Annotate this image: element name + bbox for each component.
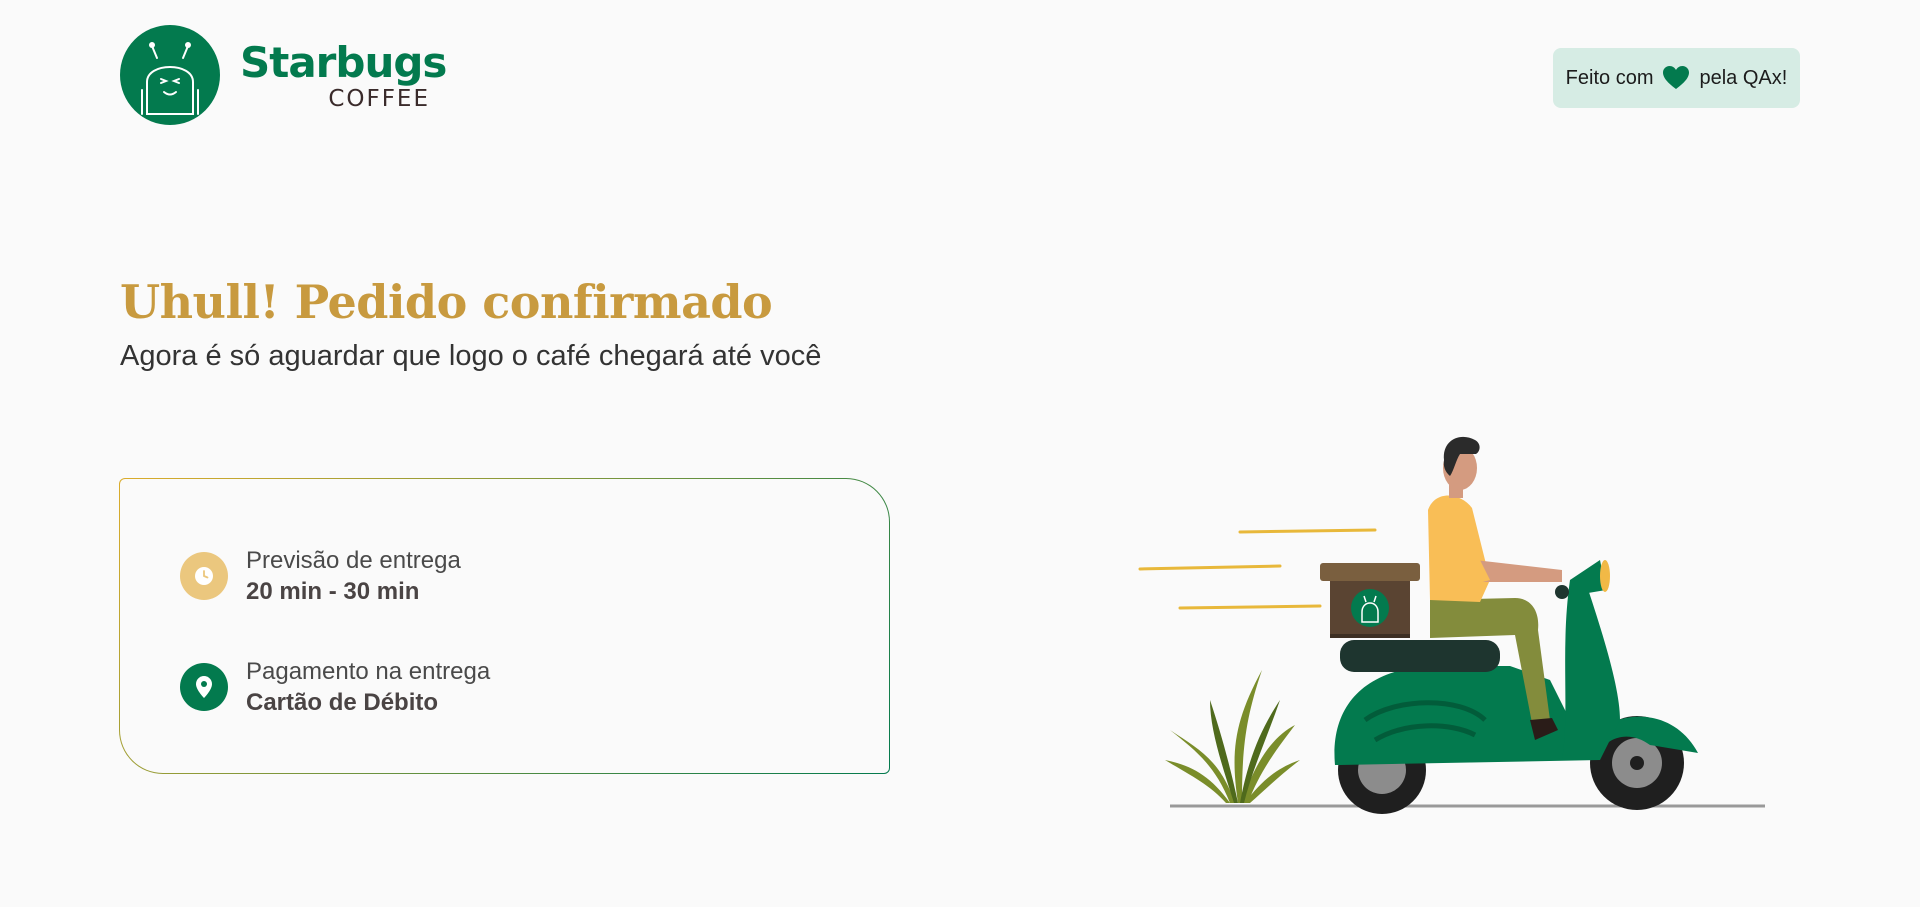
payment-label: Pagamento na entrega	[246, 658, 491, 685]
credit-badge: Feito com pela QAx!	[1553, 48, 1800, 108]
clock-icon	[180, 552, 228, 600]
delivery-estimate: Previsão de entrega 20 min - 30 min	[180, 545, 461, 607]
credit-suffix: pela QAx!	[1699, 66, 1788, 89]
payment-method: Pagamento na entrega Cartão de Débito	[180, 656, 490, 718]
payment-value: Cartão de Débito	[246, 689, 439, 716]
delivery-value: 20 min - 30 min	[246, 578, 420, 605]
delivery-label: Previsão de entrega	[246, 547, 461, 574]
logo-brand-text: Starbugs	[240, 38, 447, 87]
robot-mascot-icon	[120, 25, 220, 125]
page-title: Uhull! Pedido confirmado	[120, 275, 773, 329]
credit-prefix: Feito com	[1565, 66, 1654, 89]
order-confirmed-page: Starbugs COFFEE Feito com pela QAx! Uhul…	[0, 0, 1920, 907]
logo-sub-text: COFFEE	[328, 86, 430, 112]
heart-icon	[1663, 66, 1690, 90]
order-info-card: Previsão de entrega 20 min - 30 min Paga…	[119, 478, 890, 774]
delivery-scooter-illustration	[1130, 430, 1770, 825]
location-pin-icon	[180, 663, 228, 711]
page-subtitle: Agora é só aguardar que logo o café cheg…	[120, 340, 822, 372]
logo[interactable]: Starbugs COFFEE	[120, 25, 447, 125]
